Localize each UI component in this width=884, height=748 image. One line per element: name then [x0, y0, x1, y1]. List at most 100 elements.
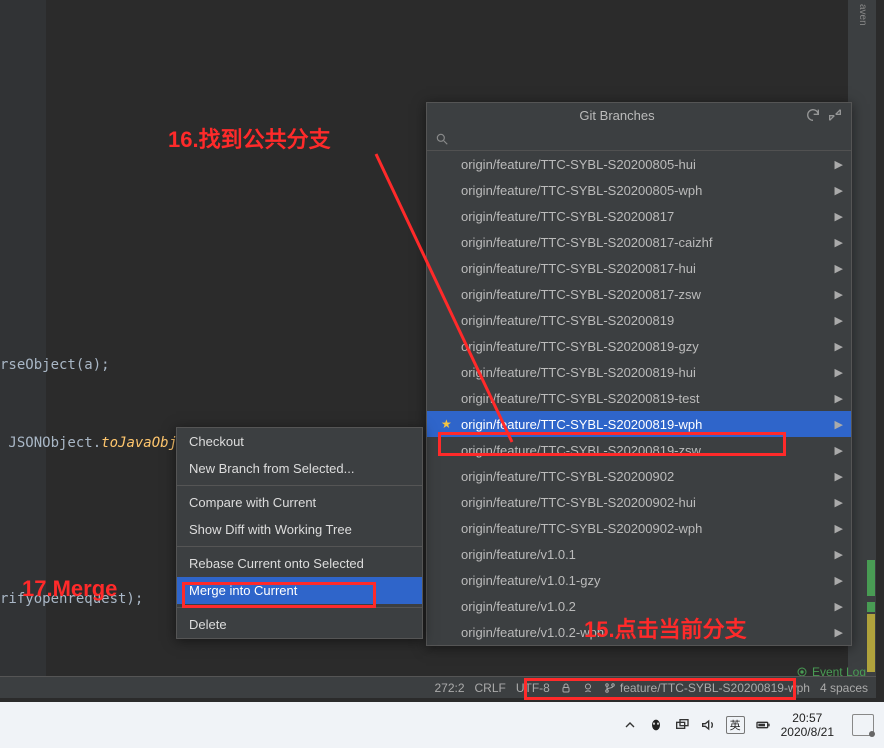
status-caret-pos[interactable]: 272:2 — [434, 681, 464, 695]
status-line-sep[interactable]: CRLF — [475, 681, 506, 695]
submenu-arrow-icon: ▶ — [835, 470, 843, 483]
branch-item-label: origin/feature/TTC-SYBL-S20200819-zsw — [461, 443, 701, 458]
branch-item[interactable]: origin/feature/TTC-SYBL-S20200817-hui ▶ — [427, 255, 851, 281]
submenu-arrow-icon: ▶ — [835, 548, 843, 561]
branch-item[interactable]: origin/feature/TTC-SYBL-S20200819-test ▶ — [427, 385, 851, 411]
tray-clock[interactable]: 20:57 2020/8/21 — [781, 711, 834, 740]
right-sidebar-label[interactable]: aven — [857, 4, 868, 26]
tray-chevron-icon[interactable] — [622, 717, 638, 733]
scrollbar-marker — [867, 614, 875, 672]
branch-item[interactable]: origin/feature/TTC-SYBL-S20200819-gzy ▶ — [427, 333, 851, 359]
git-branches-popup: Git Branches origin/feature/TTC-SYBL-S20… — [426, 102, 852, 646]
branch-item[interactable]: origin/feature/v1.0.2-wph ▶ — [427, 619, 851, 645]
context-menu-item[interactable]: Rebase Current onto Selected — [177, 550, 422, 577]
branch-item-label: origin/feature/TTC-SYBL-S20200805-hui — [461, 157, 696, 172]
submenu-arrow-icon: ▶ — [835, 496, 843, 509]
branch-item-label: origin/feature/v1.0.1-gzy — [461, 573, 600, 588]
branch-item-label: origin/feature/TTC-SYBL-S20200805-wph — [461, 183, 702, 198]
branch-item[interactable]: origin/feature/TTC-SYBL-S20200817▶ — [427, 203, 851, 229]
submenu-arrow-icon: ▶ — [835, 392, 843, 405]
collapse-icon[interactable] — [827, 107, 843, 123]
branch-item-label: origin/feature/TTC-SYBL-S20200819-hui — [461, 365, 696, 380]
popup-header: Git Branches — [427, 103, 851, 127]
branch-item[interactable]: origin/feature/TTC-SYBL-S20200817-zsw ▶ — [427, 281, 851, 307]
submenu-arrow-icon: ▶ — [835, 158, 843, 171]
ide-status-bar: 272:2 CRLF UTF-8 feature/TTC-SYBL-S20200… — [0, 676, 876, 698]
submenu-arrow-icon: ▶ — [835, 340, 843, 353]
submenu-arrow-icon: ▶ — [835, 262, 843, 275]
branch-list[interactable]: origin/feature/TTC-SYBL-S20200805-hui▶or… — [427, 151, 851, 645]
submenu-arrow-icon: ▶ — [835, 366, 843, 379]
menu-separator — [177, 607, 422, 608]
branch-item-label: origin/feature/TTC-SYBL-S20200817-zsw — [461, 287, 701, 302]
tray-ime-label[interactable]: 英 — [726, 716, 745, 734]
status-branch-label: feature/TTC-SYBL-S20200819-wph — [620, 681, 810, 695]
context-menu-item[interactable]: Show Diff with Working Tree — [177, 516, 422, 543]
branch-item[interactable]: origin/feature/TTC-SYBL-S20200805-hui ▶ — [427, 151, 851, 177]
branch-item-label: origin/feature/TTC-SYBL-S20200819-gzy — [461, 339, 699, 354]
clock-time: 20:57 — [781, 711, 834, 725]
context-menu-item[interactable]: Compare with Current — [177, 489, 422, 516]
status-git-branch[interactable]: feature/TTC-SYBL-S20200819-wph — [604, 681, 810, 695]
branch-item-label: origin/feature/TTC-SYBL-S20200817-caizhf — [461, 235, 712, 250]
branch-item[interactable]: origin/feature/TTC-SYBL-S20200817-caizhf… — [427, 229, 851, 255]
context-menu-item[interactable]: Delete — [177, 611, 422, 638]
favorite-star-icon: ★ — [441, 417, 452, 431]
submenu-arrow-icon: ▶ — [835, 210, 843, 223]
inspector-icon[interactable] — [582, 682, 594, 694]
branch-item[interactable]: ★ origin/feature/TTC-SYBL-S20200819-wph ▶ — [427, 411, 851, 437]
notifications-icon[interactable] — [852, 714, 874, 736]
branch-item[interactable]: origin/feature/v1.0.1 ▶ — [427, 541, 851, 567]
branch-item[interactable]: origin/feature/TTC-SYBL-S20200805-wph ▶ — [427, 177, 851, 203]
branch-item[interactable]: origin/feature/v1.0.1-gzy ▶ — [427, 567, 851, 593]
lock-icon[interactable] — [560, 682, 572, 694]
submenu-arrow-icon: ▶ — [835, 314, 843, 327]
context-menu-item[interactable]: New Branch from Selected... — [177, 455, 422, 482]
menu-separator — [177, 485, 422, 486]
submenu-arrow-icon: ▶ — [835, 444, 843, 457]
branch-item-label: origin/feature/v1.0.2-wph — [461, 625, 604, 640]
code-line: rseObject(a); — [0, 352, 362, 378]
submenu-arrow-icon: ▶ — [835, 600, 843, 613]
submenu-arrow-icon: ▶ — [835, 626, 843, 639]
branch-item-label: origin/feature/v1.0.2 — [461, 599, 576, 614]
menu-separator — [177, 546, 422, 547]
branch-item[interactable]: origin/feature/TTC-SYBL-S20200902 ▶ — [427, 463, 851, 489]
branch-item[interactable]: origin/feature/TTC-SYBL-S20200819-hui ▶ — [427, 359, 851, 385]
branch-item-label: origin/feature/TTC-SYBL-S20200819 — [461, 313, 674, 328]
branch-item[interactable]: origin/feature/TTC-SYBL-S20200819-zsw ▶ — [427, 437, 851, 463]
status-encoding[interactable]: UTF-8 — [516, 681, 550, 695]
submenu-arrow-icon: ▶ — [835, 522, 843, 535]
branch-item[interactable]: origin/feature/TTC-SYBL-S20200819 ▶ — [427, 307, 851, 333]
branch-search-input[interactable] — [455, 131, 843, 146]
submenu-arrow-icon: ▶ — [835, 574, 843, 587]
tray-battery-icon[interactable] — [755, 717, 771, 733]
clock-date: 2020/8/21 — [781, 725, 834, 739]
branch-item-label: origin/feature/TTC-SYBL-S20200817-hui — [461, 261, 696, 276]
context-menu-item[interactable]: Merge into Current — [177, 577, 422, 604]
branch-item[interactable]: origin/feature/v1.0.2 ▶ — [427, 593, 851, 619]
context-menu-item[interactable]: Checkout — [177, 428, 422, 455]
submenu-arrow-icon: ▶ — [835, 184, 843, 197]
branch-item-label: origin/feature/v1.0.1 — [461, 547, 576, 562]
refresh-icon[interactable] — [805, 107, 821, 123]
branch-search-row — [427, 127, 851, 151]
tray-volume-icon[interactable] — [700, 717, 716, 733]
status-indent[interactable]: 4 spaces — [820, 681, 868, 695]
submenu-arrow-icon: ▶ — [835, 236, 843, 249]
branch-item-label: origin/feature/TTC-SYBL-S20200902-wph — [461, 521, 702, 536]
submenu-arrow-icon: ▶ — [835, 288, 843, 301]
scrollbar-marker — [867, 560, 875, 596]
branch-item-label: origin/feature/TTC-SYBL-S20200902 — [461, 469, 674, 484]
system-tray: 英 20:57 2020/8/21 — [622, 711, 874, 740]
popup-title: Git Branches — [435, 108, 799, 123]
tray-qq-icon[interactable] — [648, 717, 664, 733]
branch-item[interactable]: origin/feature/TTC-SYBL-S20200902-wph ▶ — [427, 515, 851, 541]
windows-taskbar: 英 20:57 2020/8/21 — [0, 702, 884, 748]
scrollbar-marker — [867, 602, 875, 612]
submenu-arrow-icon: ▶ — [835, 418, 843, 431]
branch-item-label: origin/feature/TTC-SYBL-S20200819-wph — [461, 417, 702, 432]
branch-item-label: origin/feature/TTC-SYBL-S20200819-test — [461, 391, 699, 406]
branch-item[interactable]: origin/feature/TTC-SYBL-S20200902-hui▶ — [427, 489, 851, 515]
tray-network-icon[interactable] — [674, 717, 690, 733]
